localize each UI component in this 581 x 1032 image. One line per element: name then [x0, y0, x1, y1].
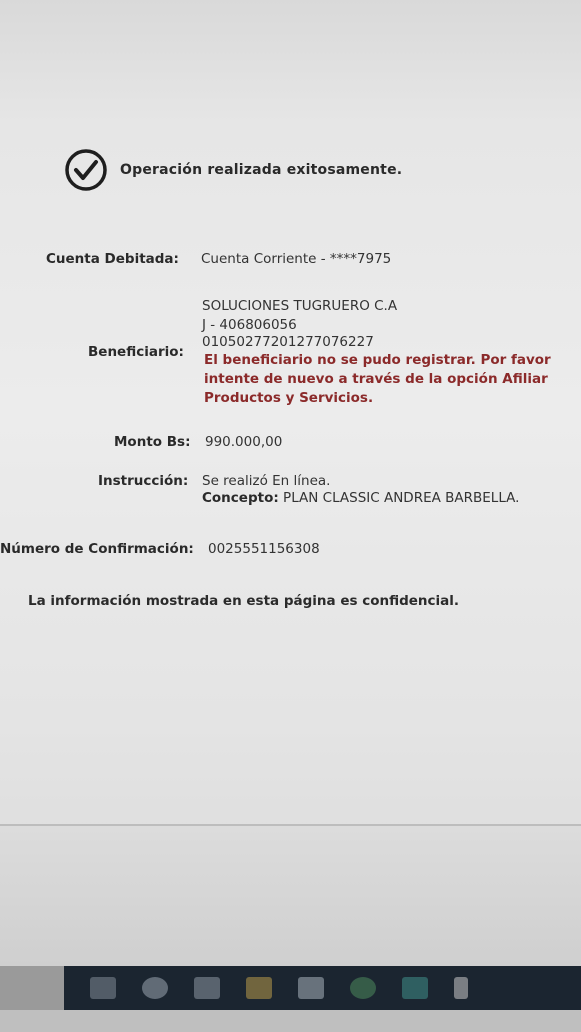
success-message: Operación realizada exitosamente.	[120, 162, 403, 178]
concepto-label: Concepto:	[202, 490, 279, 506]
chrome-icon[interactable]	[350, 977, 376, 999]
confirmacion-label: Número de Confirmación:	[0, 541, 194, 557]
beneficiario-label: Beneficiario:	[88, 344, 184, 360]
beneficiario-name: SOLUCIONES TUGRUERO C.A	[202, 298, 398, 314]
monto-label: Monto Bs:	[114, 434, 191, 450]
store-icon[interactable]	[402, 977, 428, 999]
concepto-value: PLAN CLASSIC ANDREA BARBELLA.	[283, 490, 520, 506]
app2-icon[interactable]	[454, 977, 468, 999]
search-icon[interactable]	[142, 977, 168, 999]
beneficiario-warning: El beneficiario no se pudo registrar. Po…	[204, 352, 551, 406]
start-icon[interactable]	[90, 977, 116, 999]
confidential-note: La información mostrada en esta página e…	[28, 593, 460, 609]
app-icon[interactable]	[298, 977, 324, 999]
taskbar	[64, 966, 581, 1010]
success-banner: Operación realizada exitosamente.	[64, 148, 402, 192]
monitor-bezel	[0, 1010, 581, 1032]
confirmation-screen: Operación realizada exitosamente. Cuenta…	[0, 0, 581, 825]
beneficiario-rif: J - 406806056	[202, 317, 297, 333]
file-explorer-icon[interactable]	[194, 977, 220, 999]
check-circle-icon	[65, 149, 107, 191]
beneficiario-account: 01050277201277076227	[202, 334, 374, 350]
screen-bezel	[0, 966, 64, 1010]
monto-value: 990.000,00	[205, 434, 283, 450]
concepto-line: Concepto: PLAN CLASSIC ANDREA BARBELLA.	[202, 490, 519, 506]
confirmacion-value: 0025551156308	[208, 541, 320, 557]
lower-blank-area	[0, 826, 581, 966]
instruccion-value: Se realizó En línea.	[202, 473, 331, 489]
cuenta-debitada-label: Cuenta Debitada:	[46, 251, 179, 267]
instruccion-label: Instrucción:	[98, 473, 189, 489]
folder-icon[interactable]	[246, 977, 272, 999]
cuenta-debitada-value: Cuenta Corriente - ****7975	[201, 251, 392, 267]
